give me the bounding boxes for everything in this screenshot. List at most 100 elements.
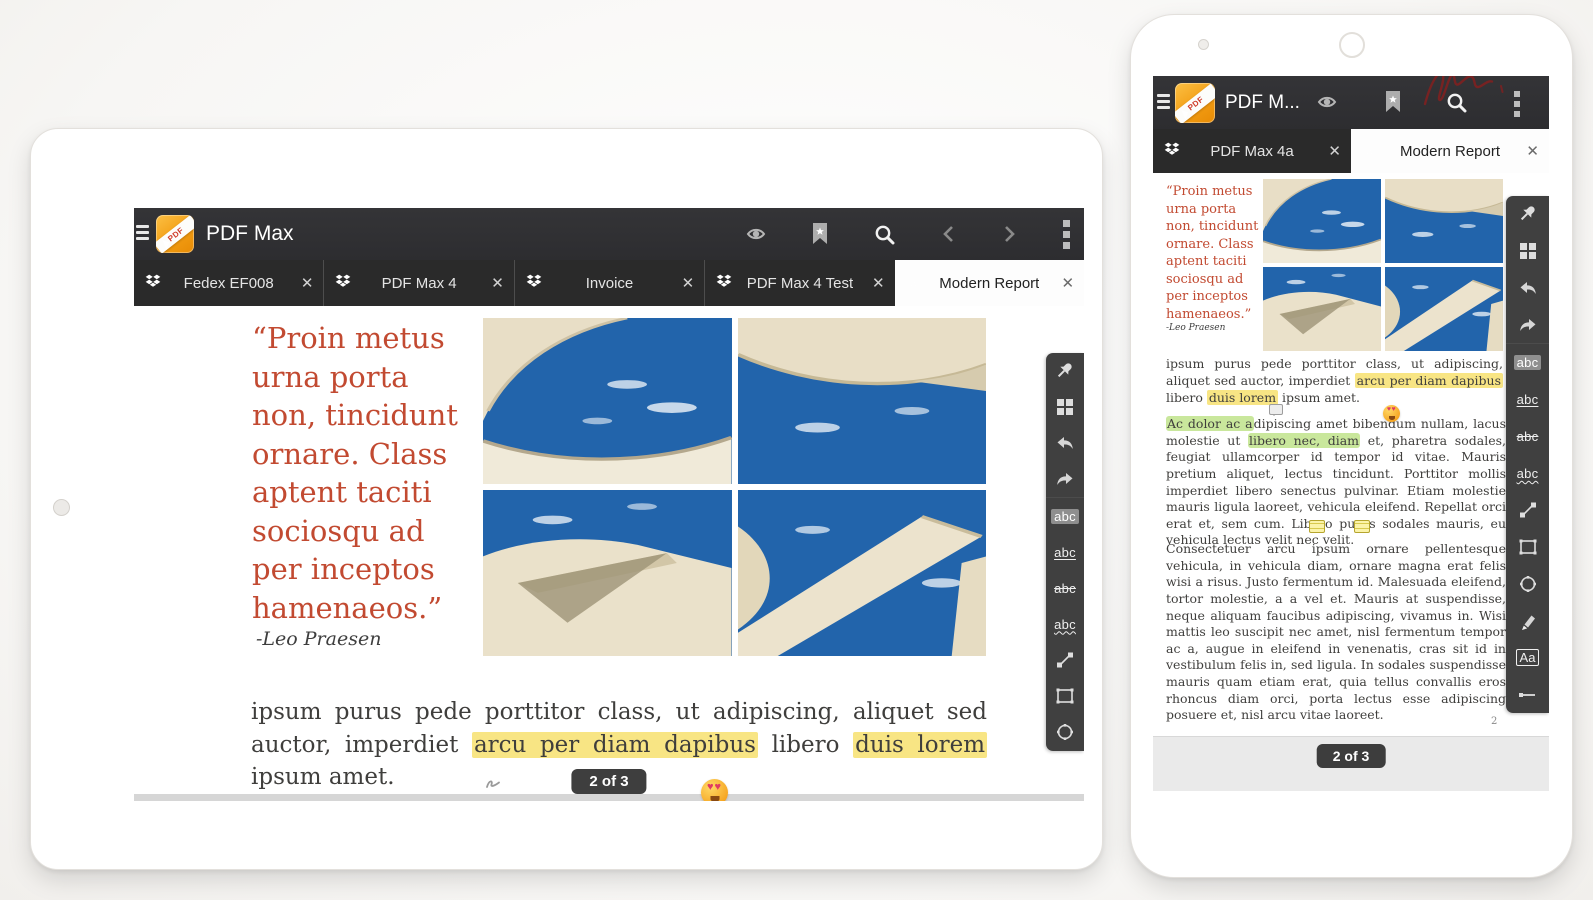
search-icon[interactable] <box>874 224 895 245</box>
tab-label: PDF Max 4 Test <box>747 275 853 292</box>
comment-bubble-annotation[interactable] <box>1269 404 1283 415</box>
yellow-highlight-annotation[interactable]: arcu per diam dapibus <box>1355 373 1503 388</box>
photo-top-left <box>1263 179 1381 263</box>
freeform-line-tool[interactable] <box>1506 676 1549 713</box>
page-indicator: 2 of 3 <box>1317 744 1386 768</box>
tab-fedex-ef008[interactable]: Fedex EF008 ✕ <box>134 260 323 306</box>
text-tool[interactable]: Aa <box>1506 639 1549 676</box>
tab-pdf-max-4-test[interactable]: PDF Max 4 Test ✕ <box>704 260 894 306</box>
undo-tool[interactable] <box>1506 270 1549 307</box>
highlight-tool[interactable]: abc <box>1046 498 1084 534</box>
pdf-max-logo-icon[interactable]: PDF <box>156 215 194 253</box>
sticky-note-annotation[interactable] <box>1309 520 1325 533</box>
menu-icon[interactable] <box>136 225 149 240</box>
pen-tool[interactable] <box>1506 602 1549 639</box>
architecture-photo-grid <box>1263 179 1503 351</box>
logo-text: PDF <box>166 225 185 243</box>
dropbox-icon <box>906 273 922 293</box>
underline-tool[interactable]: abc <box>1506 381 1549 418</box>
strikeout-tool[interactable]: abc <box>1046 570 1084 606</box>
rectangle-tool[interactable] <box>1046 678 1084 714</box>
page-indicator: 2 of 3 <box>571 769 646 794</box>
tab-modern-report[interactable]: Modern Report ✕ <box>895 260 1084 306</box>
yellow-highlight-annotation[interactable]: duis lorem <box>853 732 987 758</box>
phone-camera <box>1339 32 1365 58</box>
emoji-mouth <box>710 796 719 801</box>
grid-thumbnails-tool[interactable] <box>1506 233 1549 270</box>
bookmark-icon[interactable] <box>812 223 828 245</box>
highlight-tool[interactable]: abc <box>1506 344 1549 381</box>
tab-modern-report[interactable]: Modern Report ✕ <box>1351 129 1549 173</box>
green-highlight-annotation[interactable]: libero nec, diam <box>1248 433 1360 448</box>
tablet-camera <box>53 499 70 516</box>
rectangle-tool[interactable] <box>1506 529 1549 566</box>
close-tab-icon[interactable]: ✕ <box>301 274 314 292</box>
redo-tool[interactable] <box>1506 307 1549 344</box>
menu-icon[interactable] <box>1157 94 1170 109</box>
paragraph-text: libero <box>1166 390 1207 405</box>
dropbox-icon <box>145 273 161 293</box>
grid-thumbnails-tool[interactable] <box>1046 389 1084 425</box>
redo-tool[interactable] <box>1046 461 1084 497</box>
photo-bottom-right <box>738 490 987 656</box>
sticky-note-annotation[interactable] <box>1354 520 1370 533</box>
photo-top-left <box>483 318 732 484</box>
yellow-highlight-annotation[interactable]: duis lorem <box>1207 390 1278 405</box>
squiggly-underline-tool[interactable]: abc <box>1046 606 1084 642</box>
line-tool[interactable] <box>1506 492 1549 529</box>
logo-text: PDF <box>1186 94 1205 112</box>
pdf-max-logo-icon[interactable]: PDF <box>1175 83 1215 123</box>
dropbox-icon <box>1164 141 1180 161</box>
close-tab-icon[interactable]: ✕ <box>1526 142 1539 160</box>
annotation-toolbar: abc abc abc abc <box>1046 353 1084 751</box>
pin-tool[interactable] <box>1506 196 1549 233</box>
app-title: PDF M... <box>1225 92 1300 114</box>
squiggly-underline-tool[interactable]: abc <box>1506 455 1549 492</box>
pin-tool[interactable] <box>1046 353 1084 389</box>
dropbox-icon <box>526 273 542 293</box>
phone-screen: PDF PDF M... PDF Max 4a ✕ Modern <box>1153 76 1549 791</box>
view-mode-icon[interactable] <box>1317 93 1337 111</box>
tablet-tab-bar: Fedex EF008 ✕ PDF Max 4 ✕ Invoice ✕ PDF … <box>134 260 1084 306</box>
view-mode-icon[interactable] <box>746 225 766 243</box>
circle-tool[interactable] <box>1046 714 1084 750</box>
tab-label: PDF Max 4 <box>382 275 457 292</box>
tab-pdf-max-4a[interactable]: PDF Max 4a ✕ <box>1153 129 1351 173</box>
ink-signature-annotation[interactable] <box>1417 76 1509 114</box>
close-tab-icon[interactable]: ✕ <box>682 274 695 292</box>
close-tab-icon[interactable]: ✕ <box>1328 142 1341 160</box>
phone-pdf-page: “Proin metus urna porta non, tincidunt o… <box>1153 173 1549 736</box>
heart-eyes-emoji-sticker[interactable]: ♥♥ <box>701 779 728 801</box>
bookmark-icon[interactable] <box>1385 91 1401 113</box>
undo-tool[interactable] <box>1046 425 1084 461</box>
circle-tool[interactable] <box>1506 566 1549 603</box>
overflow-menu-icon[interactable] <box>1514 91 1520 117</box>
paragraph-text: et, pharetra sodales, feugiat ullamcorpe… <box>1166 433 1506 548</box>
photo-bottom-right <box>1385 267 1503 351</box>
tablet-screen: PDF PDF Max Fedex EF008 ✕ <box>134 208 1084 801</box>
tab-invoice[interactable]: Invoice ✕ <box>514 260 704 306</box>
previous-page-icon[interactable] <box>941 225 956 243</box>
next-page-icon[interactable] <box>1002 225 1017 243</box>
close-tab-icon[interactable]: ✕ <box>872 274 885 292</box>
kiss-emoji-sticker[interactable]: ♥♥ <box>1383 405 1400 422</box>
ink-scribble-annotation[interactable] <box>486 776 501 794</box>
yellow-highlight-annotation[interactable]: arcu per diam dapibus <box>472 732 758 758</box>
strikeout-tool[interactable]: abc <box>1506 418 1549 455</box>
photo-top-right <box>738 318 987 484</box>
underline-tool[interactable]: abc <box>1046 534 1084 570</box>
close-tab-icon[interactable]: ✕ <box>1061 274 1074 292</box>
overflow-menu-icon[interactable] <box>1063 220 1070 249</box>
tablet-appbar-actions <box>746 208 1084 260</box>
close-tab-icon[interactable]: ✕ <box>491 274 504 292</box>
paragraph-text: ipsum amet. <box>251 764 395 790</box>
tab-pdf-max-4[interactable]: PDF Max 4 ✕ <box>323 260 513 306</box>
dropbox-icon <box>716 273 732 293</box>
pull-quote: “Proin metus urna porta non, tincidunt o… <box>252 319 476 628</box>
line-tool[interactable] <box>1046 642 1084 678</box>
dropbox-icon <box>1362 141 1378 161</box>
green-highlight-annotation[interactable]: Ac dolor ac a <box>1166 416 1254 431</box>
quote-attribution: -Leo Praesen <box>1166 323 1225 333</box>
annotation-toolbar: abc abc abc abc Aa <box>1506 196 1549 713</box>
tablet-app-bar: PDF PDF Max <box>134 208 1084 260</box>
